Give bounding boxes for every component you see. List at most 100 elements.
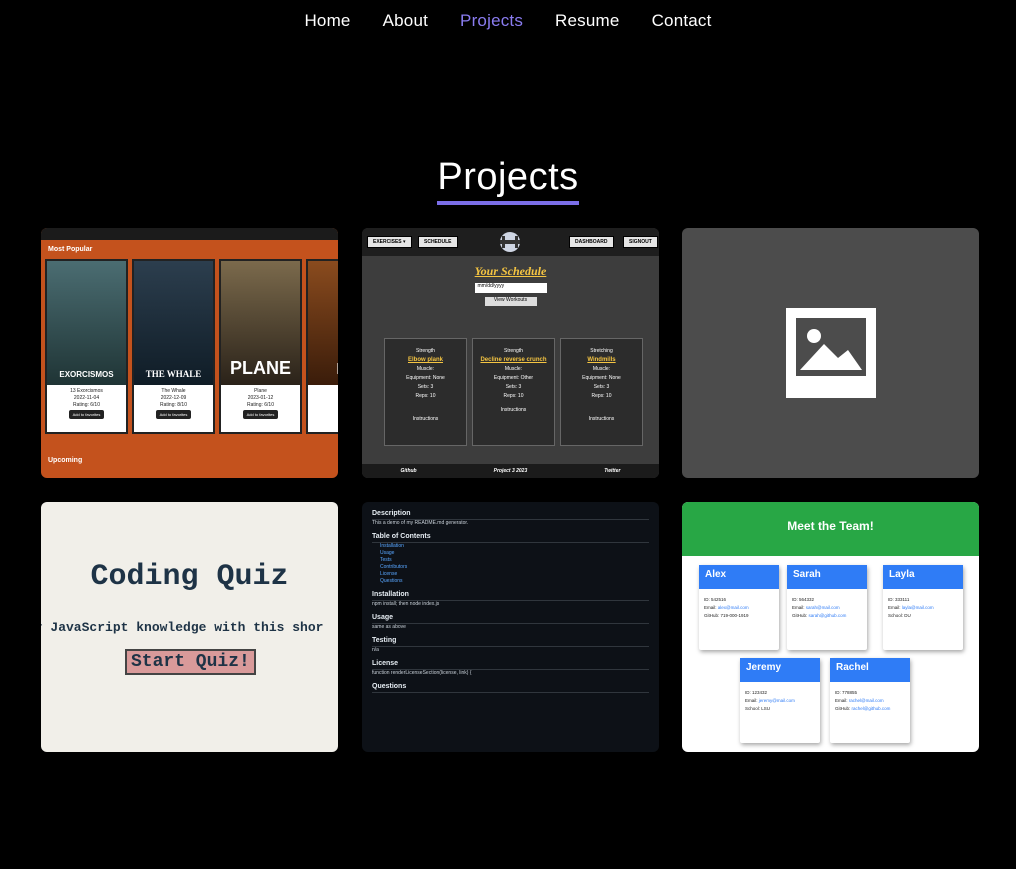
movie-poster: EXORCISMOS — [47, 261, 126, 385]
employee-email: rachel@mail.com — [848, 698, 884, 703]
toc-link: License — [380, 571, 398, 577]
movie-card: THE WHALE The Whale 2022-12-09 Rating: 8… — [132, 259, 215, 434]
nav-projects[interactable]: Projects — [460, 11, 523, 31]
app-footer: Github Project 3 2023 Twitter — [362, 464, 659, 478]
readme-preview: Description This a demo of my README.md … — [362, 502, 659, 701]
project-card-quiz[interactable]: Coding Quiz ur JavaScript knowledge with… — [41, 502, 338, 752]
project-card-workout[interactable]: EXERCISES ▾ SCHEDULE DASHBOARD SIGNOUT Y… — [362, 228, 659, 478]
employee-card: Layla ID: 333111 Email: layla@mail.com S… — [883, 565, 963, 650]
title-wrap: Projects — [0, 156, 1016, 205]
exercise-name: Windmills — [587, 357, 616, 363]
exercise-equipment: Equipment: None — [406, 375, 445, 381]
movie-card: DE — [306, 259, 338, 434]
footer-github: Github — [400, 468, 417, 474]
employee-extra-label: School: — [888, 613, 904, 618]
employee-extra-label: GitHub: — [835, 706, 851, 711]
employee-id: ID: 542516 — [704, 597, 727, 602]
employee-extra-value: LSU — [761, 706, 771, 711]
employee-card: Sarah ID: 564332 Email: sarah@mail.com G… — [787, 565, 867, 650]
employee-email: layla@mail.com — [901, 605, 934, 610]
exercise-reps: Reps: 10 — [503, 393, 524, 399]
page-title: Projects — [437, 156, 579, 205]
readme-heading: License — [372, 660, 649, 670]
exercise-sets: Sets: 3 — [505, 384, 522, 390]
exercises-menu: EXERCISES ▾ — [367, 236, 412, 248]
image-placeholder-icon — [786, 308, 876, 398]
exercise-sets: Sets: 3 — [593, 384, 610, 390]
employee-email: jeremy@mail.com — [758, 698, 795, 703]
employee-email: alex@mail.com — [717, 605, 749, 610]
nav-about[interactable]: About — [383, 11, 428, 31]
employee-details: ID: 778855 Email: rachel@mail.com GitHub… — [830, 682, 910, 720]
exercise-equipment: Equipment: None — [582, 375, 621, 381]
employee-extra-value: sarah@github.com — [808, 613, 847, 618]
nav-contact[interactable]: Contact — [652, 11, 712, 31]
schedule-heading: Your Schedule — [474, 264, 547, 278]
movie-info — [308, 385, 338, 432]
readme-text: same as above — [372, 624, 406, 630]
instructions-button: Instructions — [412, 416, 439, 422]
section-upcoming: Upcoming — [48, 457, 83, 464]
quiz-title: Coding Quiz — [90, 560, 289, 594]
quiz-subtitle: ur JavaScript knowledge with this shor — [41, 620, 324, 635]
movie-poster: PLANE — [221, 261, 300, 385]
instructions-button: Instructions — [500, 407, 527, 413]
employee-details: ID: 542516 Email: alex@mail.com GitHub: … — [699, 589, 779, 627]
movie-info: 13 Exorcismos 2022-11-04 Rating: 6/10 Ad… — [47, 385, 126, 432]
movie-card: EXORCISMOS 13 Exorcismos 2022-11-04 Rati… — [45, 259, 128, 434]
exercise-muscle: Muscle: — [504, 366, 523, 372]
movie-card: PLANE Plane 2023-01-12 Rating: 6/10 Add … — [219, 259, 302, 434]
employee-name: Rachel — [830, 658, 910, 682]
movie-date: 2022-12-09 — [160, 395, 187, 401]
movie-row: EXORCISMOS 13 Exorcismos 2022-11-04 Rati… — [45, 259, 338, 434]
project-card-placeholder[interactable] — [682, 228, 979, 478]
exercise-type: Stretching — [590, 348, 613, 354]
employee-details: ID: 123432 Email: jeremy@mail.com School… — [740, 682, 820, 720]
nav-home[interactable]: Home — [304, 11, 350, 31]
movie-title: Plane — [254, 388, 267, 394]
employee-extra-label: GitHub: — [704, 613, 720, 618]
exercise-list: Strength Elbow plank Muscle: Equipment: … — [384, 338, 643, 446]
movie-rating: Rating: 6/10 — [73, 402, 100, 408]
employee-id: ID: 564332 — [792, 597, 815, 602]
movie-date: 2022-11-04 — [73, 395, 100, 401]
exercise-card: Strength Decline reverse crunch Muscle: … — [472, 338, 555, 446]
readme-text: function renderLicenseSection(license, l… — [372, 670, 472, 676]
readme-text: n/a — [372, 647, 379, 653]
project-card-movies[interactable]: Most Popular EXORCISMOS 13 Exorcismos 20… — [41, 228, 338, 478]
nav-resume[interactable]: Resume — [555, 11, 620, 31]
project-card-team[interactable]: Meet the Team! Alex ID: 542516 Email: al… — [682, 502, 979, 752]
employee-name: Jeremy — [740, 658, 820, 682]
start-quiz-button: Start Quiz! — [125, 649, 256, 675]
movie-info: Plane 2023-01-12 Rating: 6/10 Add to fav… — [221, 385, 300, 432]
employee-extra-label: GitHub: — [792, 613, 808, 618]
movie-rating: Rating: 6/10 — [247, 402, 274, 408]
readme-heading: Questions — [372, 683, 649, 693]
exercise-name: Elbow plank — [407, 357, 443, 363]
employee-extra-value: rachel@github.com — [851, 706, 891, 711]
employee-id: ID: 123432 — [745, 690, 768, 695]
movie-rating: Rating: 8/10 — [160, 402, 187, 408]
footer-project: Project 3 2023 — [493, 468, 528, 474]
readme-heading: Usage — [372, 614, 649, 624]
employee-card: Jeremy ID: 123432 Email: jeremy@mail.com… — [740, 658, 820, 743]
app-header-strip — [41, 228, 338, 240]
section-most-popular: Most Popular — [48, 246, 93, 253]
project-card-readme[interactable]: Description This a demo of my README.md … — [362, 502, 659, 752]
employee-card: Rachel ID: 778855 Email: rachel@mail.com… — [830, 658, 910, 743]
exercise-name: Decline reverse crunch — [480, 357, 547, 363]
footer-twitter: Twitter — [604, 468, 621, 474]
add-favorite-button: Add to favorites — [242, 410, 279, 419]
employee-extra-value: 719-000-1919 — [720, 613, 749, 618]
employee-id: ID: 333111 — [888, 597, 910, 602]
readme-heading: Testing — [372, 637, 649, 647]
toc-link: Tests — [380, 557, 392, 563]
main-nav: Home About Projects Resume Contact — [0, 11, 1016, 31]
movie-title: 13 Exorcismos — [70, 388, 103, 394]
employee-email: sarah@mail.com — [805, 605, 840, 610]
date-input: mm/dd/yyyy — [474, 283, 547, 293]
readme-text: This a demo of my README.md generator. — [372, 520, 469, 526]
exercise-type: Strength — [504, 348, 523, 354]
employee-details: ID: 564332 Email: sarah@mail.com GitHub:… — [787, 589, 867, 627]
instructions-button: Instructions — [588, 416, 615, 422]
